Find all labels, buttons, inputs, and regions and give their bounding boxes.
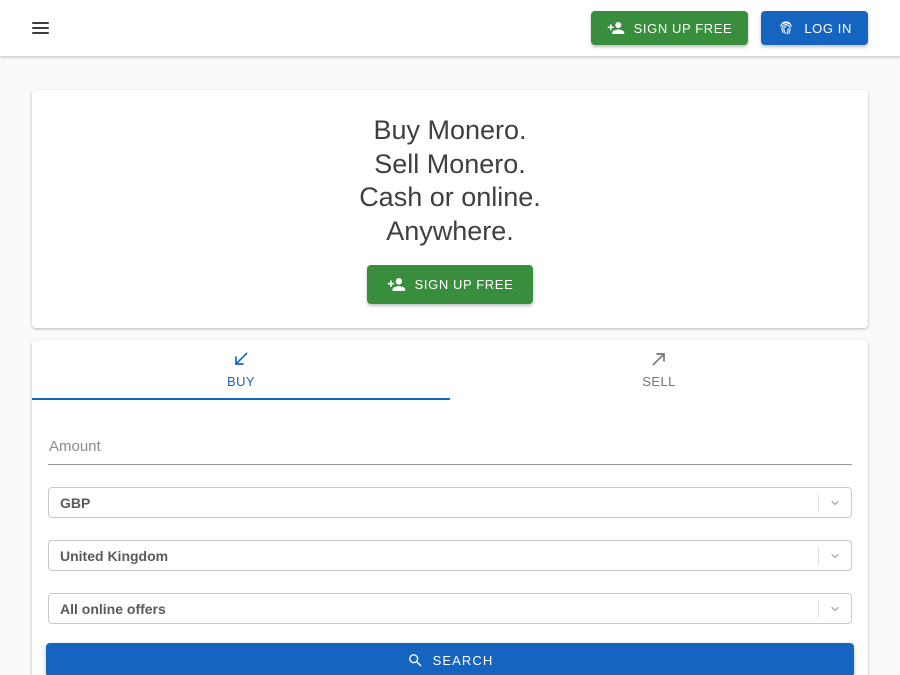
tab-sell-label: SELL	[642, 374, 675, 389]
login-button[interactable]: LOG IN	[761, 11, 868, 45]
app-bar: SIGN UP FREE LOG IN	[0, 0, 900, 56]
active-tab-indicator	[32, 398, 450, 400]
chevron-down-icon	[819, 603, 851, 615]
signup-button-label: SIGN UP FREE	[634, 21, 733, 36]
fingerprint-icon	[777, 19, 795, 37]
app-bar-actions: SIGN UP FREE LOG IN	[591, 11, 868, 45]
search-button-row: SEARCH	[32, 624, 868, 675]
main-content: Buy Monero. Sell Monero. Cash or online.…	[0, 90, 900, 675]
person-add-icon	[387, 275, 406, 294]
trade-card: BUY SELL GBP United Kingdom	[32, 340, 868, 675]
arrow-up-right-icon	[649, 349, 669, 369]
currency-select[interactable]: GBP	[48, 487, 852, 518]
amount-input[interactable]	[48, 434, 852, 465]
currency-select-value: GBP	[60, 495, 90, 511]
country-select-value: United Kingdom	[60, 548, 168, 564]
search-button-label: SEARCH	[433, 653, 494, 668]
hero-signup-button[interactable]: SIGN UP FREE	[367, 265, 534, 304]
hero-heading-line: Cash or online.	[359, 181, 541, 215]
search-button[interactable]: SEARCH	[46, 643, 854, 675]
trade-form: GBP United Kingdom All online offers	[32, 434, 868, 624]
hero-heading: Buy Monero. Sell Monero. Cash or online.…	[359, 114, 541, 248]
hero-signup-button-label: SIGN UP FREE	[415, 277, 514, 292]
hero-heading-line: Sell Monero.	[359, 148, 541, 182]
tab-buy-label: BUY	[227, 374, 255, 389]
hero-heading-line: Buy Monero.	[359, 114, 541, 148]
hamburger-menu-icon[interactable]	[32, 22, 49, 34]
offer-type-select-value: All online offers	[60, 601, 166, 617]
arrow-down-left-icon	[231, 349, 251, 369]
country-select[interactable]: United Kingdom	[48, 540, 852, 571]
chevron-down-icon	[819, 550, 851, 562]
tab-buy[interactable]: BUY	[32, 340, 450, 398]
search-icon	[407, 652, 424, 669]
chevron-down-icon	[819, 497, 851, 509]
login-button-label: LOG IN	[804, 21, 852, 36]
tab-sell[interactable]: SELL	[450, 340, 868, 398]
hero-heading-line: Anywhere.	[359, 215, 541, 249]
signup-button[interactable]: SIGN UP FREE	[591, 11, 749, 45]
offer-type-select[interactable]: All online offers	[48, 593, 852, 624]
person-add-icon	[607, 19, 625, 37]
trade-tabs: BUY SELL	[32, 340, 868, 398]
hero-card: Buy Monero. Sell Monero. Cash or online.…	[32, 90, 868, 328]
